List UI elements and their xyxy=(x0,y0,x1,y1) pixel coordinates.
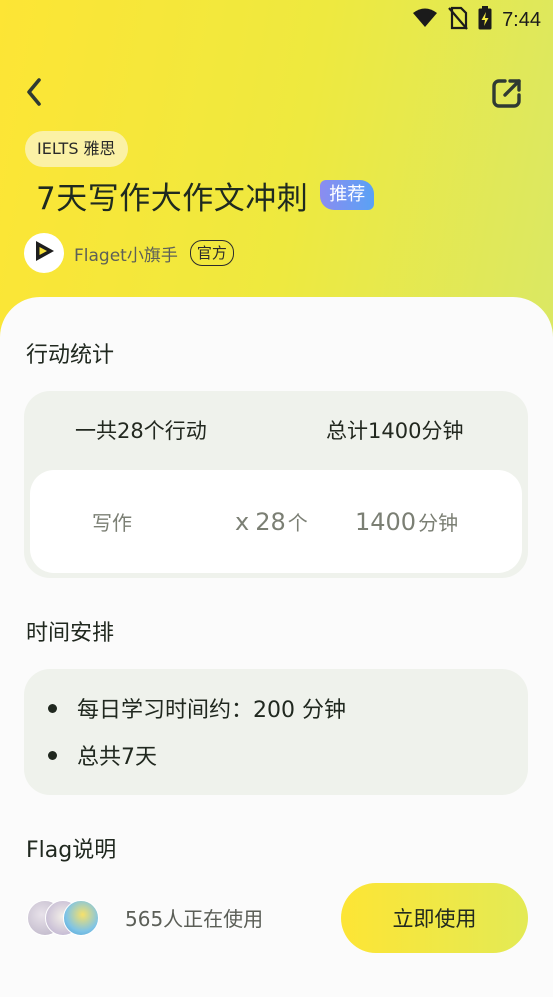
official-badge: 官方 xyxy=(189,240,234,266)
chevron-left-icon xyxy=(24,76,44,112)
recommend-badge: 推荐 xyxy=(320,180,375,210)
battery-charging-icon xyxy=(478,6,492,34)
stats-panel: 一共28个行动 总计1400分钟 写作 x 28 个 1400 分钟 xyxy=(24,391,528,578)
flag-desc-heading: Flag说明 xyxy=(26,838,117,863)
use-now-button[interactable]: 立即使用 xyxy=(341,883,528,953)
back-button[interactable] xyxy=(18,76,50,112)
users-count: 565人正在使用 xyxy=(125,907,264,931)
share-external-icon xyxy=(491,77,523,113)
item-count: x 28 个 xyxy=(235,470,308,573)
status-bar: 7:44 xyxy=(0,0,553,38)
schedule-heading: 时间安排 xyxy=(26,621,115,646)
status-icons: 7:44 xyxy=(412,6,541,34)
item-name: 写作 xyxy=(92,511,132,535)
wifi-icon xyxy=(412,7,438,33)
page-title: 7天写作大作文冲刺 xyxy=(36,180,309,217)
schedule-item: 每日学习时间约：200 分钟 xyxy=(48,692,346,724)
bullet-icon xyxy=(48,703,57,713)
category-tag: IELTS 雅思 xyxy=(25,131,128,167)
minutes-number: 1400 xyxy=(355,507,417,536)
bullet-icon xyxy=(48,750,57,760)
author-name[interactable]: Flaget小旗手 xyxy=(74,241,178,266)
status-time: 7:44 xyxy=(502,8,541,31)
schedule-panel: 每日学习时间约：200 分钟 总共7天 xyxy=(24,669,528,795)
title-row: 7天写作大作文冲刺 推荐 xyxy=(36,171,375,219)
stats-heading: 行动统计 xyxy=(26,343,115,368)
minutes-unit: 分钟 xyxy=(418,511,459,535)
share-button[interactable] xyxy=(490,78,524,112)
no-sim-icon xyxy=(448,6,468,34)
total-actions: 一共28个行动 xyxy=(75,419,207,443)
count-prefix: x xyxy=(235,507,250,536)
item-minutes: 1400 分钟 xyxy=(355,470,458,573)
total-minutes: 总计1400分钟 xyxy=(326,419,464,443)
user-avatars xyxy=(27,900,101,936)
flaget-logo-icon xyxy=(31,238,57,268)
schedule-item: 总共7天 xyxy=(48,739,157,771)
stats-item-card: 写作 x 28 个 1400 分钟 xyxy=(30,470,522,573)
count-number: 28 xyxy=(255,507,286,536)
count-unit: 个 xyxy=(287,511,308,535)
schedule-item-text: 每日学习时间约：200 分钟 xyxy=(77,698,346,723)
user-avatar xyxy=(63,900,99,936)
schedule-item-text: 总共7天 xyxy=(77,745,157,770)
author-avatar[interactable] xyxy=(24,233,64,273)
author-row[interactable]: Flaget小旗手 官方 xyxy=(24,233,234,273)
